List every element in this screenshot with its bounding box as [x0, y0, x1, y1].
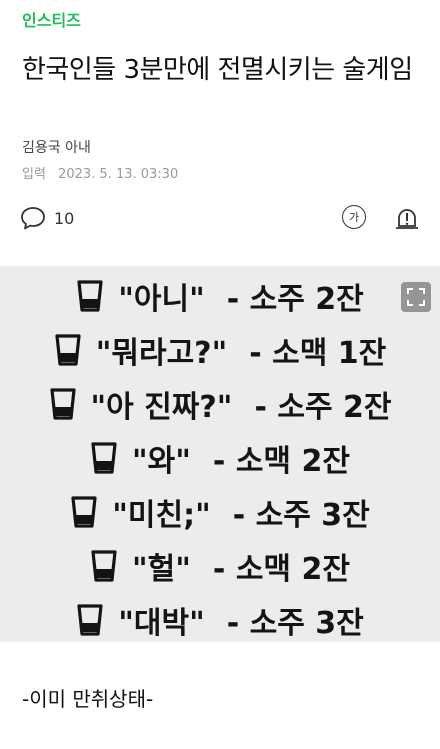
cup-icon	[90, 441, 132, 475]
cup-icon	[90, 549, 132, 583]
rule-drink: - 소주 3잔	[226, 606, 364, 641]
rule-drink: - 소주 3잔	[232, 498, 370, 533]
font-size-icon: 가	[348, 211, 360, 224]
rule-word: "미친;"	[112, 498, 211, 533]
expand-icon	[401, 288, 431, 316]
rule-drink: - 소맥 2잔	[212, 552, 350, 587]
rule-word: "아니"	[118, 282, 205, 317]
rule-row: "뭐라고?" - 소맥 1잔	[0, 326, 440, 374]
font-size-button[interactable]: 가	[342, 205, 366, 229]
cup-icon	[49, 387, 91, 421]
category-label[interactable]: 인스티즈	[22, 7, 81, 31]
cup-icon	[76, 603, 118, 637]
rule-drink: - 소맥 2잔	[212, 444, 350, 479]
report-button[interactable]	[393, 204, 421, 236]
expand-image-button[interactable]	[401, 282, 431, 312]
cup-icon	[54, 333, 96, 367]
rule-word: "아 진짜?"	[90, 390, 233, 425]
image-caption: -이미 만취상태-	[22, 687, 154, 711]
article-actions: 10 가	[0, 200, 440, 240]
date-value: 2023. 5. 13. 03:30	[58, 167, 179, 182]
comment-icon	[20, 206, 46, 230]
rule-drink: - 소맥 1잔	[249, 336, 387, 371]
rule-row: "아니" - 소주 2잔	[0, 272, 440, 320]
rule-word: "뭐라고?"	[95, 336, 228, 371]
report-icon	[393, 209, 421, 236]
comment-count: 10	[54, 208, 75, 228]
rule-row: "미친;" - 소주 3잔	[0, 488, 440, 536]
article-title: 한국인들 3분만에 전멸시키는 술게임	[22, 55, 413, 85]
rule-row: "헐" - 소맥 2잔	[0, 542, 440, 590]
publish-date: 입력 2023. 5. 13. 03:30	[22, 163, 178, 182]
rule-word: "와"	[132, 444, 191, 479]
rule-drink: - 소주 2잔	[226, 282, 364, 317]
rule-row: "대박" - 소주 3잔	[0, 596, 440, 642]
rule-drink: - 소주 2잔	[254, 390, 392, 425]
rule-row: "와" - 소맥 2잔	[0, 434, 440, 482]
rule-row: "아 진짜?" - 소주 2잔	[0, 380, 440, 428]
cup-icon	[76, 279, 118, 313]
author-name[interactable]: 김용국 아내	[22, 137, 91, 157]
date-label: 입력	[22, 167, 46, 182]
article-image: "아니" - 소주 2잔 "뭐라고?" - 소맥 1잔 "아 진짜?" - 소주 2잔 "와…	[0, 266, 440, 642]
rule-word: "헐"	[132, 552, 191, 587]
rule-word: "대박"	[118, 606, 205, 641]
comment-button[interactable]: 10	[20, 206, 74, 230]
cup-icon	[70, 495, 112, 529]
